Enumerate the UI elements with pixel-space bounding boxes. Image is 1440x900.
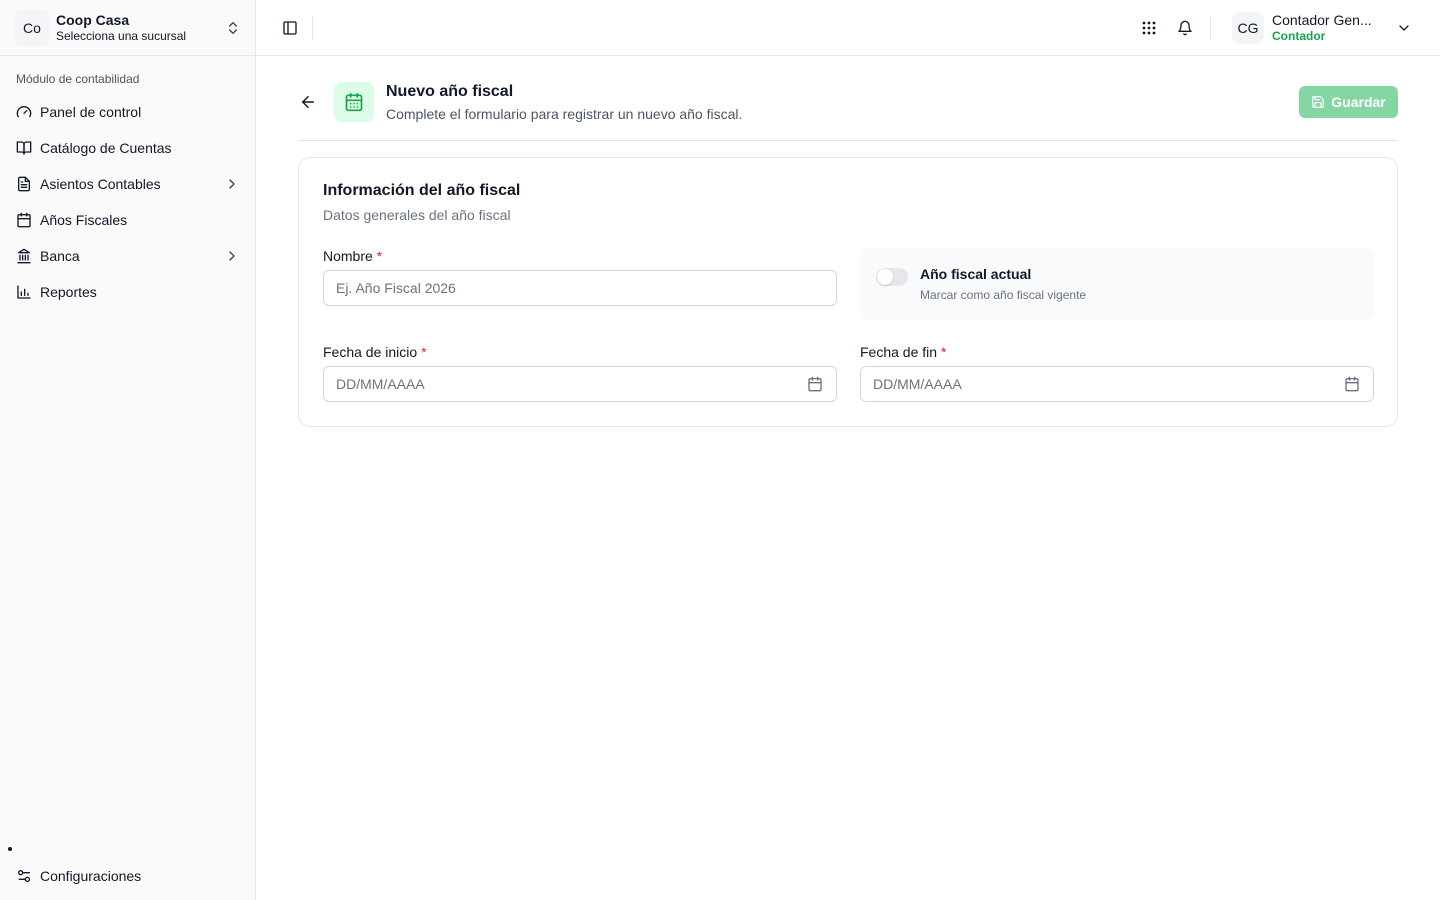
topbar: CG Contador Gen... Contador [256,0,1440,56]
org-name: Coop Casa [56,11,130,28]
sidebar-item-label: Asientos Contables [40,176,161,192]
user-text: Contador Gen... Contador [1272,12,1390,44]
sidebar-toggle-button[interactable] [280,16,300,40]
sidebar-item-label: Configuraciones [40,868,142,884]
panel-left-icon [283,21,297,35]
apps-grid-button[interactable] [1138,17,1160,39]
sidebar-item-label: Catálogo de Cuentas [40,140,172,156]
chevron-down-icon [1399,25,1409,31]
required-mark: * [376,248,383,264]
current-fiscal-year-label: Año fiscal actual [920,266,1032,282]
sidebar-nav: Panel de control Catálogo de Cuentas Asi… [8,94,248,310]
start-date-field-label: Fecha de inicio * [323,343,427,361]
topbar-divider [312,16,313,40]
topbar-divider [1210,16,1211,40]
bar-chart-icon [17,285,31,299]
current-fiscal-year-description: Marcar como año fiscal vigente [920,288,1087,302]
settings-sliders-icon [17,870,30,882]
bank-icon [17,248,31,264]
sidebar-item-label: Panel de control [40,104,142,120]
sidebar-item-label: Banca [40,248,80,264]
card-title: Información del año fiscal [323,182,521,199]
name-field-label: Nombre * [323,247,382,265]
fiscal-year-form-card: Información del año fiscal Datos general… [298,157,1398,427]
current-fiscal-year-switch[interactable] [876,268,908,286]
start-date-input[interactable] [323,366,837,402]
calendar-icon[interactable] [1344,376,1360,392]
file-text-icon [18,176,30,192]
save-button-label: Guardar [1331,94,1386,110]
book-open-icon [16,141,32,155]
chevron-right-icon [229,179,235,189]
save-button[interactable]: Guardar [1299,86,1398,118]
section-label: Módulo de contabilidad [16,72,140,86]
end-label-text: Fecha de fin [860,344,938,360]
calendar-icon [17,212,31,228]
sidebar: Co Coop Casa Selecciona una sucursal Mód… [0,0,256,900]
header-divider [298,140,1398,141]
sidebar-item-banca[interactable]: Banca [8,238,248,274]
sidebar-item-catalogo-de-cuentas[interactable]: Catálogo de Cuentas [8,130,248,166]
user-role: Contador [1272,29,1326,43]
user-name: Contador Gen... [1272,12,1372,28]
save-icon [1312,96,1325,108]
required-mark: * [940,344,947,360]
chevron-right-icon [229,251,235,261]
required-mark: * [421,344,427,360]
org-subtitle: Selecciona una sucursal [56,28,187,43]
current-fiscal-year-panel: Año fiscal actual Marcar como año fiscal… [860,248,1374,320]
sidebar-item-reportes[interactable]: Reportes [8,274,248,310]
notifications-button[interactable] [1174,17,1196,39]
arrow-left-icon [302,96,314,108]
page-title: Nuevo año fiscal [386,83,514,100]
switch-knob [877,269,893,285]
name-label-text: Nombre [323,248,373,264]
chevrons-up-down-icon [229,21,237,34]
gauge-icon [16,106,32,118]
org-switcher[interactable]: Co Coop Casa Selecciona una sucursal [0,0,255,56]
back-button[interactable] [296,90,320,114]
calendar-icon[interactable] [807,376,823,392]
page-calendar-badge [334,82,374,122]
user-menu[interactable]: CG Contador Gen... Contador [1232,10,1422,46]
sidebar-item-label: Reportes [40,284,97,300]
sidebar-footer: Configuraciones [8,858,248,894]
status-dot [8,847,12,851]
org-avatar: Co [14,9,50,46]
calendar-icon [345,92,363,112]
end-date-input[interactable] [860,366,1374,402]
start-label-text: Fecha de inicio [323,344,418,360]
org-text: Coop Casa Selecciona una sucursal [56,12,186,44]
sidebar-item-configuraciones[interactable]: Configuraciones [8,858,248,894]
sidebar-item-panel-de-control[interactable]: Panel de control [8,94,248,130]
sidebar-item-label: Años Fiscales [40,212,128,228]
sidebar-item-anos-fiscales[interactable]: Años Fiscales [8,202,248,238]
bell-icon [1178,20,1192,36]
end-date-field-label: Fecha de fin * [860,343,946,361]
card-subtitle: Datos generales del año fiscal [323,207,511,223]
avatar: CG [1232,12,1264,44]
page-subtitle: Complete el formulario para registrar un… [386,106,743,122]
name-input[interactable] [323,270,837,306]
sidebar-item-asientos-contables[interactable]: Asientos Contables [8,166,248,202]
grid-dots-icon [1142,21,1156,35]
